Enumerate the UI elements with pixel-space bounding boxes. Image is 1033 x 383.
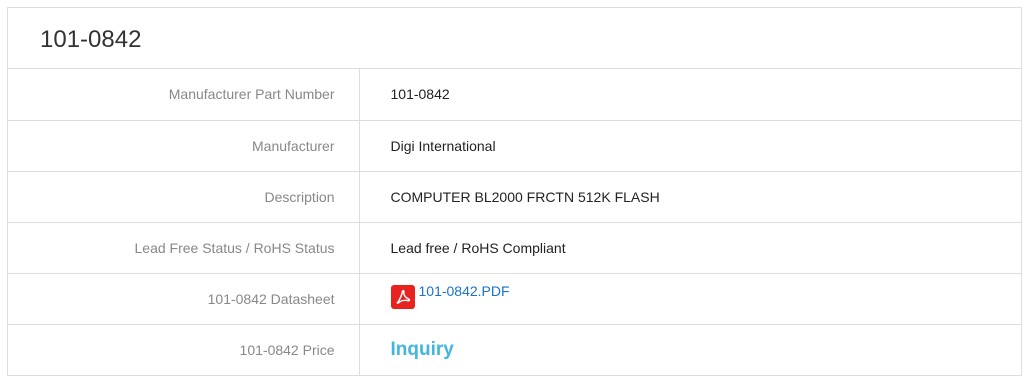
spec-table: Manufacturer Part Number 101-0842 Manufa… [8,69,1021,375]
datasheet-filename[interactable]: 101-0842.PDF [419,283,510,299]
spec-label-price: 101-0842 Price [8,324,360,375]
spec-value-manufacturer: Digi International [359,120,1021,172]
spec-label-description: Description [8,171,360,223]
spec-label-rohs-status: Lead Free Status / RoHS Status [8,222,360,274]
spec-value-price: Inquiry [359,324,1021,375]
table-row: Manufacturer Digi International [8,120,1021,172]
table-row: 101-0842 Datasheet 101-0842.PDF [8,273,1021,325]
pdf-icon[interactable] [390,285,415,309]
spec-value-part-number: 101-0842 [359,69,1021,121]
spec-label-datasheet: 101-0842 Datasheet [8,273,360,325]
page-title: 101-0842 [8,8,1021,69]
table-row: Manufacturer Part Number 101-0842 [8,69,1021,121]
inquiry-link[interactable]: Inquiry [391,339,454,360]
datasheet-link[interactable]: 101-0842.PDF [390,283,510,309]
spec-value-description: COMPUTER BL2000 FRCTN 512K FLASH [359,171,1021,223]
spec-value-rohs-status: Lead free / RoHS Compliant [359,222,1021,274]
table-row: Description COMPUTER BL2000 FRCTN 512K F… [8,171,1021,223]
product-spec-panel: 101-0842 Manufacturer Part Number 101-08… [7,7,1022,376]
spec-label-manufacturer: Manufacturer [8,120,360,172]
spec-label-part-number: Manufacturer Part Number [8,69,360,121]
table-row: Lead Free Status / RoHS Status Lead free… [8,222,1021,274]
table-row: 101-0842 Price Inquiry [8,324,1021,375]
spec-value-datasheet: 101-0842.PDF [359,273,1021,325]
